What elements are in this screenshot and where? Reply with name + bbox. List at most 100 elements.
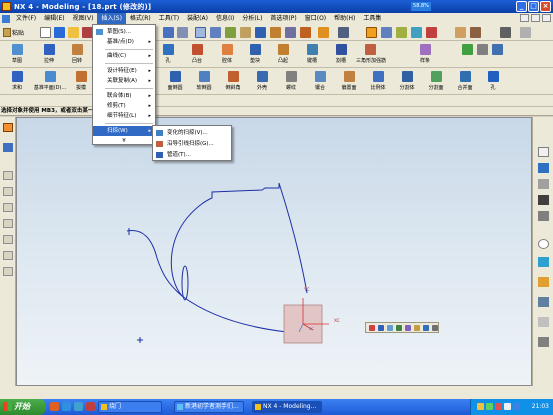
- open-folder-icon[interactable]: [68, 27, 79, 38]
- layer-icon[interactable]: [318, 27, 329, 38]
- part-navigator-icon[interactable]: [538, 147, 549, 157]
- start-button[interactable]: 开始: [0, 399, 46, 415]
- menu-item-design-feature[interactable]: 设计特征(E) ▸: [93, 66, 155, 76]
- sketch-icon[interactable]: [12, 44, 23, 55]
- unfold-icon[interactable]: [470, 27, 481, 38]
- soft-blend-icon[interactable]: [199, 71, 210, 82]
- menu-item-sketch[interactable]: 草图(S)...: [93, 27, 155, 37]
- menu-analysis[interactable]: 分析(L): [238, 13, 266, 24]
- save-icon[interactable]: [54, 27, 65, 38]
- snap-intersection-icon[interactable]: [396, 325, 402, 331]
- rib-icon[interactable]: [365, 44, 376, 55]
- refresh-icon[interactable]: [240, 27, 251, 38]
- history-icon[interactable]: [538, 179, 549, 189]
- role-icon[interactable]: [538, 195, 549, 205]
- slot-icon[interactable]: [307, 44, 318, 55]
- tray-network-icon[interactable]: [486, 403, 493, 410]
- shell-icon[interactable]: [257, 71, 268, 82]
- menu-insert[interactable]: 插入(S): [97, 13, 126, 24]
- pocket-icon[interactable]: [222, 44, 233, 55]
- menu-file[interactable]: 文件(F): [12, 13, 40, 24]
- menu-assembly[interactable]: 装配(A): [183, 13, 212, 24]
- offset-face-icon[interactable]: [344, 71, 355, 82]
- menu-item-curve[interactable]: 曲线(C) ▸: [93, 51, 155, 61]
- split-body-icon[interactable]: [402, 71, 413, 82]
- maximize-button[interactable]: □: [528, 1, 539, 12]
- menu-info[interactable]: 信息(I): [212, 13, 238, 24]
- render-style-icon[interactable]: [255, 27, 266, 38]
- arc-icon[interactable]: [3, 187, 13, 196]
- grid-icon[interactable]: [462, 44, 473, 55]
- scale-body-icon[interactable]: [373, 71, 384, 82]
- menu-view[interactable]: 视图(V): [69, 13, 98, 24]
- window-zoom-icon[interactable]: [195, 27, 206, 38]
- menu-item-detail-feature[interactable]: 细节特征(L) ▸: [93, 111, 155, 121]
- quicklaunch-ie-icon[interactable]: [62, 402, 71, 411]
- taskbar-item-forum[interactable]: 新港初学者测手们...: [174, 401, 244, 413]
- boss-icon[interactable]: [192, 44, 203, 55]
- menu-item-associative-copy[interactable]: 关联复制(A) ▸: [93, 76, 155, 86]
- hole-icon[interactable]: [163, 44, 174, 55]
- datum-plane-icon[interactable]: [45, 71, 56, 82]
- analysis-icon[interactable]: [426, 27, 437, 38]
- polyline-icon[interactable]: [3, 203, 13, 212]
- graphics-window[interactable]: YC XC ZC: [16, 117, 532, 386]
- doc-close-button[interactable]: [542, 14, 551, 22]
- shaded-icon[interactable]: [270, 27, 281, 38]
- selection-arrow-icon[interactable]: [3, 123, 13, 132]
- snap-midpoint-icon[interactable]: [378, 325, 384, 331]
- snap-endpoint-icon[interactable]: [369, 325, 375, 331]
- trim-icon[interactable]: [3, 267, 13, 276]
- menu-item-tube[interactable]: 管道(T)...: [153, 150, 231, 160]
- merge-face-icon[interactable]: [460, 71, 471, 82]
- fillet-icon[interactable]: [3, 251, 13, 260]
- fit-view-icon[interactable]: [163, 27, 174, 38]
- quicklaunch-media-icon[interactable]: [86, 402, 95, 411]
- zoom-icon[interactable]: [177, 27, 188, 38]
- system-materials-icon[interactable]: [538, 257, 549, 267]
- emboss-icon[interactable]: [278, 44, 289, 55]
- taskbar-item-nx[interactable]: NX 4 - Modeling...: [252, 401, 322, 413]
- quicklaunch-desktop-icon[interactable]: [74, 402, 83, 411]
- select-filter-icon[interactable]: [366, 27, 377, 38]
- split-face-icon[interactable]: [431, 71, 442, 82]
- menu-item-sweep-along-guide[interactable]: 沿导引线扫掠(G)...: [153, 139, 231, 149]
- taskbar-item-doors[interactable]: 烧门: [98, 401, 162, 413]
- extrude-icon[interactable]: [44, 44, 55, 55]
- snap-point-on-curve-icon[interactable]: [414, 325, 420, 331]
- menu-item-variational-sweep[interactable]: 变化的扫掠(V)...: [153, 128, 231, 138]
- doc-minimize-button[interactable]: [520, 14, 529, 22]
- line-icon[interactable]: [3, 171, 13, 180]
- groove-icon[interactable]: [336, 44, 347, 55]
- doc-restore-button[interactable]: [531, 14, 540, 22]
- menu-expand-chevron[interactable]: ¥: [93, 136, 155, 146]
- minimize-button[interactable]: _: [516, 1, 527, 12]
- menu-tools[interactable]: 工具(T): [155, 13, 183, 24]
- chamfer-icon[interactable]: [228, 71, 239, 82]
- face-blend-icon[interactable]: [170, 71, 181, 82]
- tray-volume-icon[interactable]: [504, 403, 511, 410]
- unite-icon[interactable]: [12, 71, 23, 82]
- menu-help[interactable]: 帮助(H): [330, 13, 359, 24]
- snap-point-icon[interactable]: [381, 27, 392, 38]
- snap-icon[interactable]: [3, 143, 13, 152]
- pan-icon[interactable]: [210, 27, 221, 38]
- snap-center-icon[interactable]: [387, 325, 393, 331]
- snap-options-icon[interactable]: [432, 325, 438, 331]
- circle-icon[interactable]: [3, 219, 13, 228]
- pad-icon[interactable]: [250, 44, 261, 55]
- menu-edit[interactable]: 编辑(E): [40, 13, 68, 24]
- toolbar-options-icon[interactable]: [520, 27, 531, 38]
- palette-icon[interactable]: [538, 211, 549, 221]
- menu-toolset[interactable]: 工具集: [359, 13, 385, 24]
- visualization-icon[interactable]: [538, 297, 549, 307]
- orient-view-icon[interactable]: [285, 27, 296, 38]
- menu-preferences[interactable]: 首选项(P): [266, 13, 300, 24]
- ruler-icon[interactable]: [455, 27, 466, 38]
- settings-icon[interactable]: [500, 27, 511, 38]
- tray-antivirus-icon[interactable]: [495, 403, 502, 410]
- snap-settings-icon[interactable]: [423, 325, 429, 331]
- tray-ime-icon[interactable]: [477, 403, 484, 410]
- measure-icon[interactable]: [411, 27, 422, 38]
- new-file-icon[interactable]: [40, 27, 51, 38]
